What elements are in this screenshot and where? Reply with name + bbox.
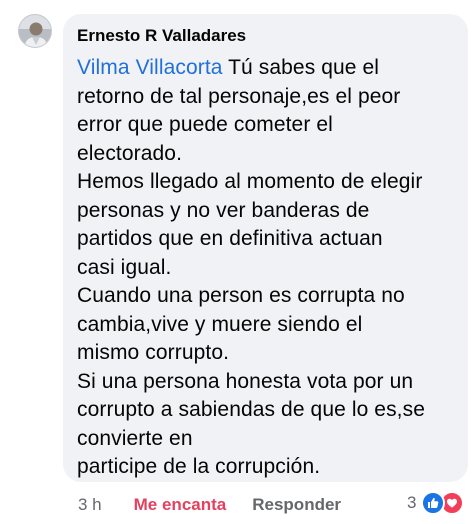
love-reaction-button[interactable]: Me encanta [134, 494, 227, 516]
avatar[interactable] [18, 14, 52, 48]
comment-line: Hemos llegado al momento de elegir [77, 170, 423, 193]
comment-timestamp[interactable]: 3 h [78, 494, 102, 516]
comment-line: Vilma Villacorta Tú sabes que el [77, 54, 456, 83]
comment-line: casi igual. [77, 255, 172, 279]
comment-line: retorno de tal personaje,es el peor [77, 84, 401, 108]
reaction-count: 3 [407, 493, 417, 512]
comment-line: error que puede cometer el [77, 113, 333, 136]
comment-line: cambia,vive y muere siendo el [77, 312, 363, 336]
reply-button[interactable]: Responder [252, 494, 341, 516]
avatar-photo [19, 15, 51, 47]
comment-line: mismo corrupto. [77, 341, 230, 364]
reaction-icons [421, 491, 465, 515]
comment-line: partidos que en definitiva actuan [77, 227, 383, 250]
mention-link[interactable]: Vilma Villacorta [77, 56, 223, 79]
comment-author[interactable]: Ernesto R Valladares [77, 25, 456, 47]
comment-line: participe de la corrupción. [77, 455, 321, 478]
comment-actions: 3 h Me encanta Responder [78, 494, 341, 516]
comment-line: personas y no ver banderas de [77, 198, 370, 222]
comment-line-text: Tú sabes que el [222, 56, 380, 79]
comment-line: electorado. [77, 141, 183, 165]
comment-bubble: Ernesto R Valladares Vilma Villacorta Tú… [63, 14, 468, 482]
comment-line: Cuando una person es corrupta no [77, 284, 405, 307]
like-icon [421, 491, 446, 515]
comment-line: corrupto a sabiendas de que lo es,se [77, 398, 425, 421]
comment-line: convierte en [77, 426, 193, 450]
reaction-summary[interactable]: 3 [407, 491, 465, 515]
comment: Ernesto R Valladares Vilma Villacorta Tú… [0, 0, 476, 524]
comment-text: Vilma Villacorta Tú sabes que el retorno… [77, 54, 456, 482]
comment-line: Si una persona honesta vota por un [77, 369, 414, 393]
